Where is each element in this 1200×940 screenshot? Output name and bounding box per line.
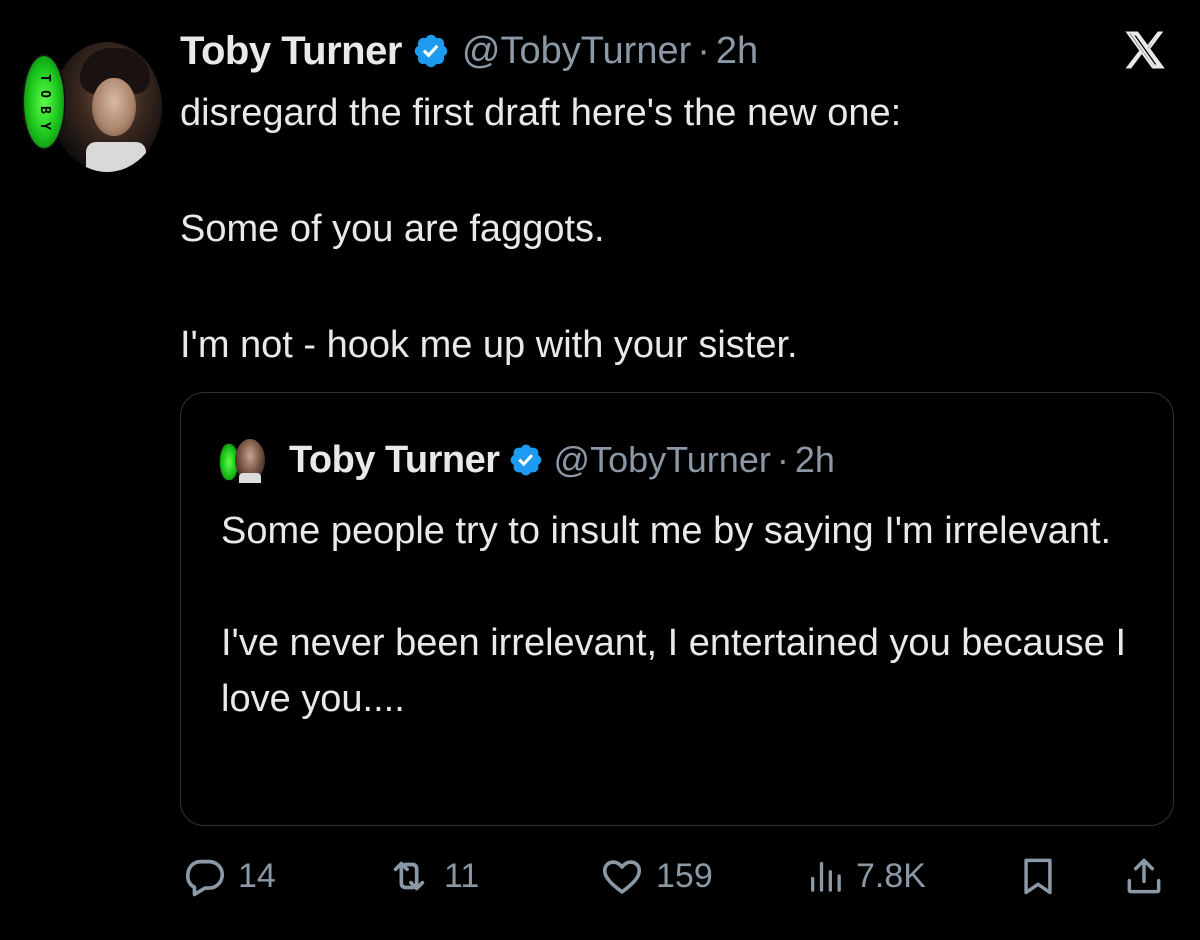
tweet-text: disregard the first draft here's the new… (180, 84, 1140, 374)
repost-icon (393, 861, 425, 891)
quoted-tweet-card[interactable]: Toby Turner @TobyTurner · 2h Some people… (180, 392, 1174, 826)
like-count: 159 (656, 856, 713, 895)
views-chart-icon (811, 861, 841, 892)
repost-count: 11 (444, 856, 480, 895)
quoted-tweet-timestamp: 2h (794, 439, 835, 480)
like-button[interactable]: 159 (598, 850, 713, 902)
tweet-line: I'm not - hook me up with your sister. (180, 324, 798, 366)
badge-letter: B (36, 106, 52, 114)
reply-icon (185, 859, 225, 897)
reply-button[interactable]: 14 (182, 850, 276, 902)
bookmark-icon (1024, 858, 1052, 895)
tweet-line: Some of you are faggots. (180, 208, 605, 250)
x-logo-icon (1125, 31, 1165, 69)
reply-count: 14 (238, 856, 276, 895)
share-icon (1127, 858, 1161, 894)
quoted-author-name: Toby Turner (289, 438, 500, 481)
heart-icon (602, 860, 642, 894)
quoted-tweet-line: I've never been irrelevant, I entertaine… (221, 622, 1127, 720)
share-button[interactable] (1122, 850, 1176, 902)
separator-dot: · (776, 439, 789, 480)
badge-letter: O (36, 90, 52, 98)
author-name[interactable]: Toby Turner (180, 29, 402, 74)
separator-dot: · (697, 29, 710, 72)
quoted-tweet-text: Some people try to insult me by saying I… (221, 503, 1141, 727)
action-bar: 14 11 159 7.8K (0, 850, 1200, 902)
avatar-toby-badge: T O B Y (22, 54, 66, 150)
badge-letter: T (36, 74, 52, 82)
views-button[interactable]: 7.8K (806, 850, 926, 902)
repost-button[interactable]: 11 (384, 850, 479, 902)
tweet-line: disregard the first draft here's the new… (180, 92, 902, 134)
badge-letter: Y (36, 122, 52, 130)
tweet-timestamp[interactable]: 2h (716, 30, 758, 73)
views-count: 7.8K (856, 856, 926, 895)
tweet: T O B Y Toby Turner @TobyTurner · 2h dis… (0, 0, 1200, 940)
author-handle[interactable]: @TobyTurner (462, 30, 691, 73)
avatar-photo (52, 42, 162, 172)
verified-badge-icon (510, 444, 541, 476)
tweet-header: Toby Turner @TobyTurner · 2h (180, 26, 758, 76)
quoted-author-avatar (219, 435, 269, 485)
quoted-tweet-header: Toby Turner @TobyTurner · 2h (219, 435, 835, 485)
bookmark-button[interactable] (1016, 850, 1070, 902)
verified-badge-icon (414, 34, 448, 68)
quoted-author-handle: @TobyTurner (553, 439, 771, 480)
quoted-tweet-line: Some people try to insult me by saying I… (221, 510, 1112, 552)
author-avatar[interactable]: T O B Y (22, 22, 162, 172)
